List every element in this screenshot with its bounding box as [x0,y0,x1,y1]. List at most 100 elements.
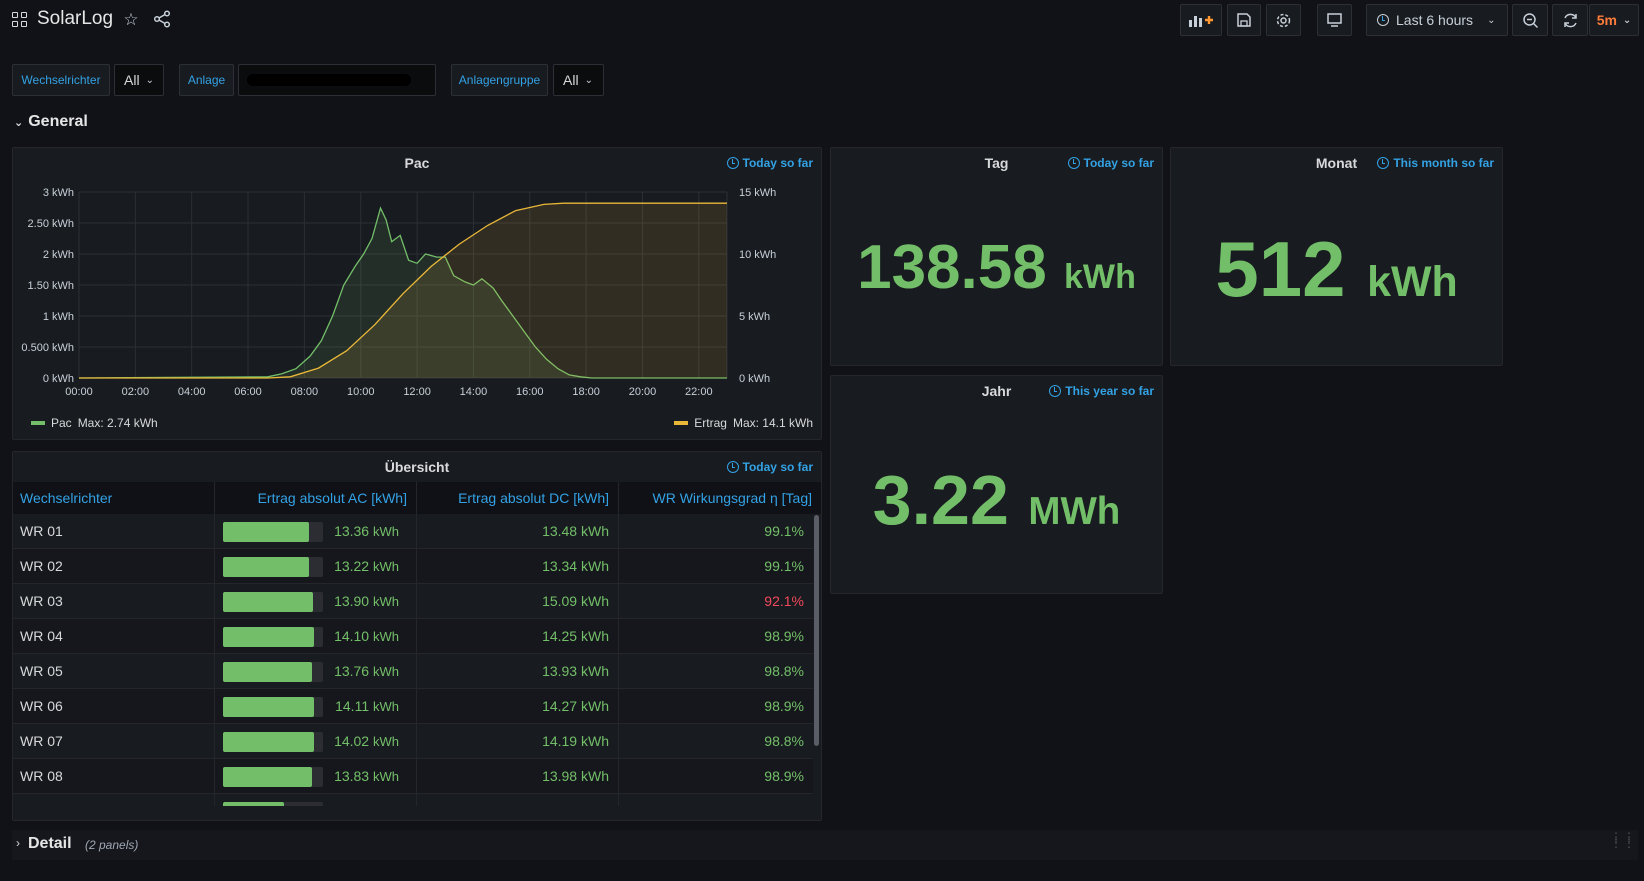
cell-dc: 13.34 kWh [417,549,619,584]
table-row[interactable]: WR 07 14.02 kWh 14.19 kWh 98.8% [13,724,813,759]
cell-ac-value: 14.10 [334,628,370,644]
cell-dc: 14.27 kWh [417,689,619,724]
cell-ac-value: 13.90 [334,593,370,609]
cell-ac-unit: kWh [373,769,399,784]
var-select-wechselrichter[interactable]: All ⌄ [114,64,164,96]
stat-value: 512 kWh [1215,225,1458,313]
table-row[interactable]: WR 04 14.10 kWh 14.25 kWh 98.9% [13,619,813,654]
table-row[interactable]: WR 08 13.83 kWh 13.98 kWh 98.9% [13,759,813,794]
chevron-down-icon: ⌄ [584,74,593,86]
cell-ac-value: 13.36 [334,523,370,539]
apps-grid-icon[interactable] [12,12,28,28]
save-icon [1237,13,1251,27]
x-tick-label: 06:00 [234,386,262,398]
panel-title: Übersicht [384,459,450,475]
zoom-out-button[interactable] [1512,4,1548,36]
chevron-down-icon: ⌄ [145,74,154,86]
cell-wechselrichter: WR 03 [13,584,215,619]
cell-ac-value: 14.02 [334,733,370,749]
cell-ac-unit: kWh [373,699,399,714]
dashboard-title[interactable]: SolarLog [37,8,113,30]
x-tick-label: 00:00 [65,386,93,398]
table-row[interactable]: WR 05 13.76 kWh 13.93 kWh 98.8% [13,654,813,689]
y-left-tick-label: 1.50 kWh [28,280,74,292]
time-range-label: Last 6 hours [1396,12,1474,28]
panel-pac: Pac Today so far 0 kWh 0.500 kWh 1 kWh 1.50… [12,147,822,440]
column-header-ac[interactable]: Ertrag absolut AC [kWh] [215,482,417,514]
pac-chart[interactable]: 0 kWh 0.500 kWh 1 kWh 1.50 kWh 2 kWh 2.50 kWh… [13,148,823,441]
x-tick-label: 22:00 [685,386,713,398]
table-row[interactable]: WR 01 13.36 kWh 13.48 kWh 99.1% [13,514,813,549]
table-body[interactable]: WR 01 13.36 kWh 13.48 kWh 99.1% WR 02 13.22 k… [13,514,813,812]
clock-icon [1377,14,1389,26]
cell-ac-unit: kWh [373,594,399,609]
y-left-tick-label: 2.50 kWh [28,218,74,230]
gauge-bar-fill [223,557,309,577]
chevron-right-icon: › [16,836,20,850]
y-left-tick-label: 0 kWh [43,373,74,385]
refresh-icon [1563,13,1577,27]
y-right-tick-label: 5 kWh [739,311,770,323]
cell-efficiency: 98.8% [764,733,804,749]
add-panel-button[interactable] [1180,4,1222,36]
y-left-tick-label: 3 kWh [43,187,74,199]
cell-dc: 13.48 kWh [417,514,619,549]
cell-ac: 13.83 kWh [215,759,417,794]
star-icon[interactable]: ☆ [121,10,141,30]
cell-ac-unit: kWh [373,664,399,679]
refresh-button[interactable] [1552,4,1588,36]
x-tick-label: 12:00 [403,386,431,398]
settings-button[interactable] [1266,4,1301,36]
row-general[interactable]: ⌄ General [14,113,88,131]
stat-value: 3.22 MWh [872,461,1121,539]
cell-wechselrichter: WR 02 [13,549,215,584]
panel-time-info: This year so far [1049,384,1154,398]
table-scrollbar[interactable] [814,515,819,746]
zoom-out-icon [1522,12,1538,28]
table-row[interactable]: WR 06 14.11 kWh 14.27 kWh 98.9% [13,689,813,724]
x-tick-label: 20:00 [629,386,657,398]
cell-ac: 14.02 kWh [215,724,417,759]
drag-handle-icon[interactable]: ⋮⋮ ⋮⋮ [1610,831,1636,849]
cell-dc: 14.19 kWh [417,724,619,759]
column-header-efficiency[interactable]: WR Wirkungsgrad η [Tag] [619,482,821,514]
refresh-interval-picker[interactable]: 5m ⌄ [1589,4,1639,36]
x-tick-label: 02:00 [122,386,150,398]
cell-ac-unit: kWh [373,559,399,574]
time-range-picker[interactable]: Last 6 hours ⌄ [1366,4,1508,36]
cell-efficiency: 98.9% [764,768,804,784]
clock-icon [1377,157,1390,169]
share-icon[interactable] [152,10,172,30]
table-row[interactable]: WR 02 13.22 kWh 13.34 kWh 99.1% [13,549,813,584]
cell-ac: 13.76 kWh [215,654,417,689]
legend-swatch [674,421,689,425]
table-header: Wechselrichter Ertrag absolut AC [kWh] E… [13,482,821,514]
tv-mode-button[interactable] [1317,4,1352,36]
gauge-bar [223,662,323,682]
column-header-wechselrichter[interactable]: Wechselrichter [13,482,215,514]
var-select-anlagengruppe[interactable]: All ⌄ [553,64,604,96]
row-detail[interactable]: › Detail (2 panels) ⋮⋮ ⋮⋮ [12,830,1638,860]
add-panel-icon [1189,16,1213,27]
legend-item-ertrag[interactable]: Ertrag Max: 14.1 kWh [674,416,813,430]
var-select-anlage[interactable] [238,64,436,96]
save-dashboard-button[interactable] [1227,4,1261,36]
cell-efficiency: 98.9% [764,698,804,714]
y-left-tick-label: 2 kWh [43,249,74,261]
redacted-value [247,74,411,86]
cell-wechselrichter: WR 04 [13,619,215,654]
cell-efficiency: 92.1% [764,593,804,609]
gauge-bar-fill [223,627,314,647]
gauge-bar-fill [223,732,314,752]
cell-wechselrichter: WR 07 [13,724,215,759]
column-header-dc[interactable]: Ertrag absolut DC [kWh] [417,482,619,514]
table-footer-mask [13,806,821,820]
legend-item-pac[interactable]: Pac Max: 2.74 kWh [31,416,158,430]
monitor-icon [1327,13,1342,27]
cell-efficiency: 99.1% [764,558,804,574]
cell-dc: 13.98 kWh [417,759,619,794]
cell-ac-value: 13.83 [334,768,370,784]
table-row[interactable]: WR 03 13.90 kWh 15.09 kWh 92.1% [13,584,813,619]
panel-uebersicht: Übersicht Today so far Wechselrichter Er… [12,451,822,821]
cell-dc: 15.09 kWh [417,584,619,619]
